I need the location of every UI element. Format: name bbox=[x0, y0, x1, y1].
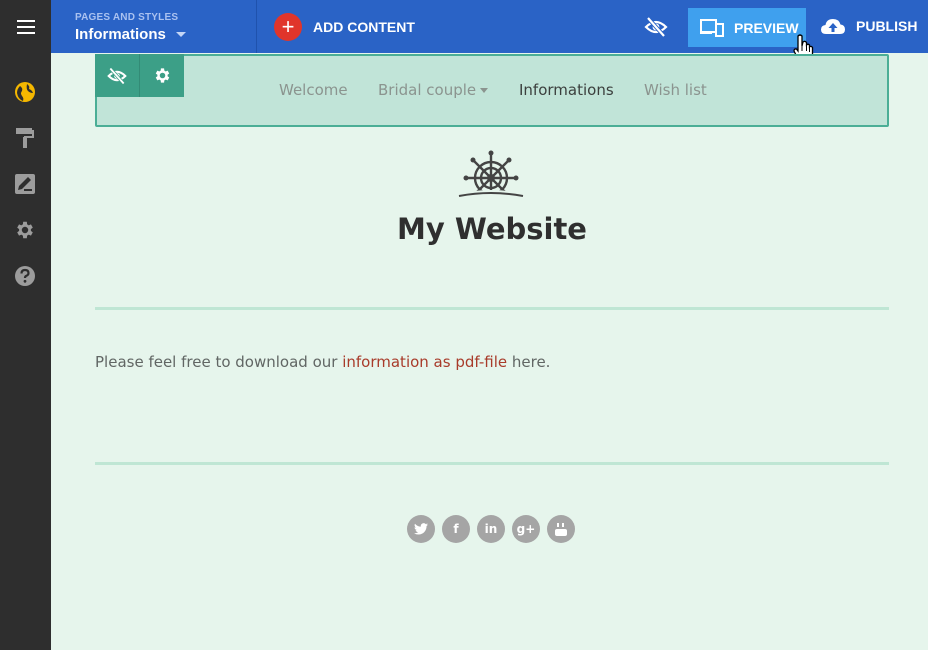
divider bbox=[95, 462, 889, 465]
pages-and-styles-dropdown[interactable]: PAGES AND STYLES Informations bbox=[51, 0, 257, 53]
paint-roller-icon[interactable] bbox=[13, 126, 37, 150]
publish-button[interactable]: PUBLISH bbox=[820, 16, 917, 36]
divider bbox=[95, 307, 889, 310]
pages-caption: PAGES AND STYLES bbox=[75, 12, 179, 23]
nav-item-bridal-couple[interactable]: Bridal couple bbox=[378, 81, 489, 99]
paragraph-text-before: Please feel free to download our bbox=[95, 353, 343, 371]
site-navigation: Welcome Bridal couple Informations Wish … bbox=[0, 81, 928, 101]
pdf-download-link[interactable]: information as pdf-file bbox=[342, 353, 507, 371]
nav-item-wish-list[interactable]: Wish list bbox=[644, 81, 707, 99]
add-content-button[interactable]: + ADD CONTENT bbox=[274, 13, 415, 41]
googleplus-icon[interactable]: g+ bbox=[512, 515, 540, 543]
paragraph-text-after: here. bbox=[507, 353, 551, 371]
devices-icon bbox=[700, 18, 724, 37]
info-paragraph: Please feel free to download our informa… bbox=[95, 353, 550, 371]
hide-eye-icon[interactable] bbox=[644, 15, 668, 44]
linkedin-icon[interactable]: in bbox=[477, 515, 505, 543]
plus-icon: + bbox=[274, 13, 302, 41]
chevron-down-icon bbox=[175, 32, 186, 37]
ship-wheel-logo bbox=[453, 150, 529, 207]
facebook-icon[interactable]: f bbox=[442, 515, 470, 543]
site-title: My Website bbox=[397, 212, 587, 246]
social-links: f in g+ bbox=[407, 515, 582, 543]
nav-item-informations[interactable]: Informations bbox=[519, 81, 614, 99]
cloud-upload-icon bbox=[821, 19, 845, 34]
caret-down-icon bbox=[480, 88, 489, 93]
publish-label: PUBLISH bbox=[856, 18, 918, 34]
help-icon[interactable] bbox=[13, 264, 37, 288]
preview-label: PREVIEW bbox=[734, 19, 799, 36]
current-page-label: Informations bbox=[75, 26, 166, 43]
edit-icon[interactable] bbox=[13, 172, 37, 196]
twitter-icon[interactable] bbox=[407, 515, 435, 543]
add-content-label: ADD CONTENT bbox=[313, 19, 415, 35]
preview-button[interactable]: PREVIEW bbox=[688, 8, 806, 47]
menu-icon[interactable] bbox=[0, 0, 51, 53]
current-page-selector[interactable]: Informations bbox=[75, 26, 256, 43]
youtube-icon[interactable] bbox=[547, 515, 575, 543]
nav-item-welcome[interactable]: Welcome bbox=[279, 81, 348, 99]
nav-item-bridal-couple-label: Bridal couple bbox=[378, 81, 477, 99]
